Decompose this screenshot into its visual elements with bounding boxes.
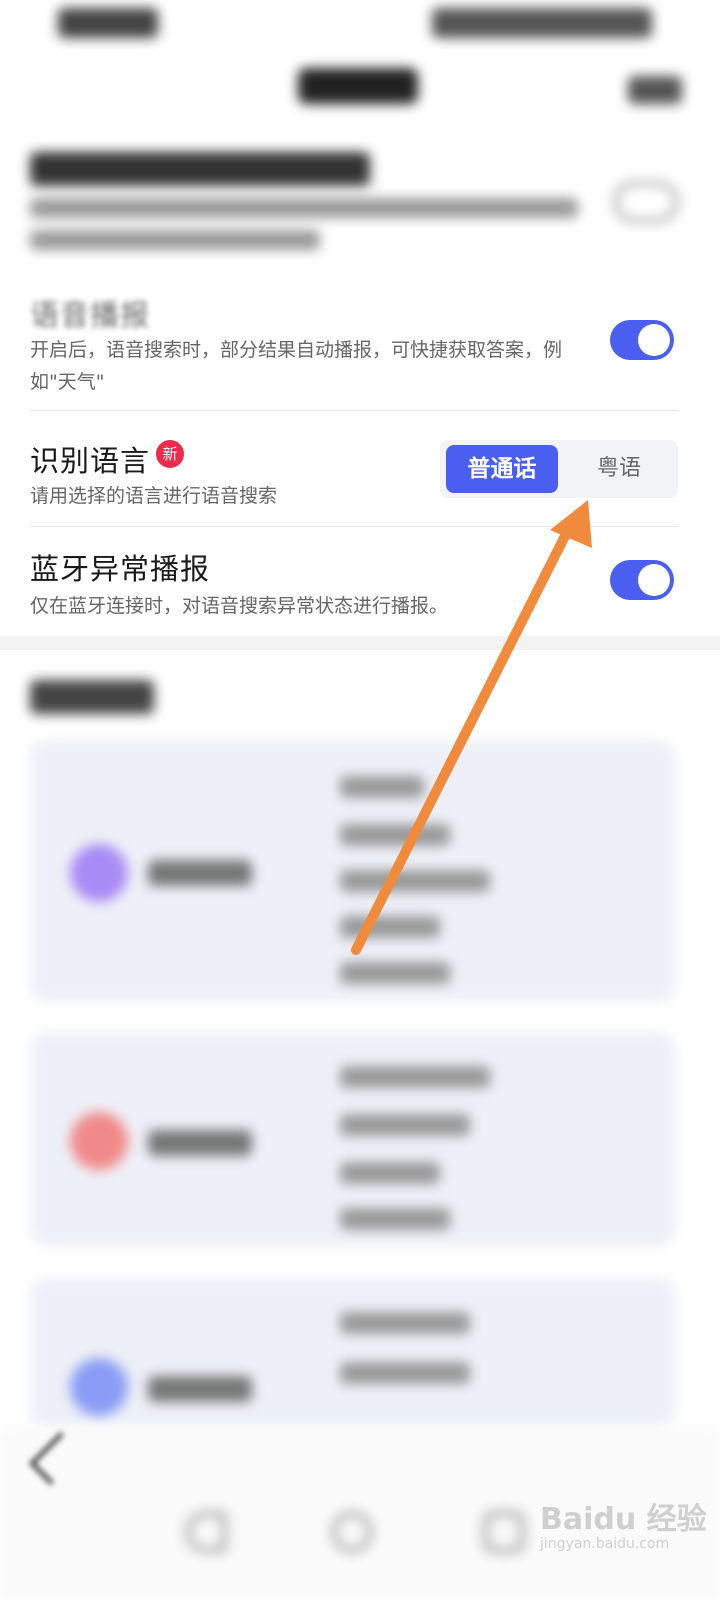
voice-broadcast-toggle[interactable] [610, 320, 674, 360]
bluetooth-broadcast-description: 仅在蓝牙连接时，对语音搜索异常状态进行播报。 [30, 595, 449, 617]
watermark-logo: Baidu 经验 [540, 1502, 707, 1537]
card-line [340, 870, 490, 892]
language-option-cantonese[interactable]: 粤语 [566, 445, 672, 493]
bluetooth-broadcast-title: 蓝牙异常播报 [30, 552, 211, 586]
card-label [148, 1376, 252, 1402]
card-line [340, 824, 450, 846]
language-option-mandarin[interactable]: 普通话 [446, 445, 558, 493]
nav-back-icon[interactable] [186, 1512, 226, 1552]
divider [30, 410, 678, 411]
voice-broadcast-description: 开启后，语音搜索时，部分结果自动播报，可快捷获取答案，例如"天气" [30, 339, 563, 393]
card-icon [70, 844, 128, 902]
card-icon [70, 1358, 128, 1416]
card-label [148, 1130, 252, 1156]
card-line [340, 1114, 470, 1136]
recognize-language-description: 请用选择的语言进行语音搜索 [30, 485, 278, 507]
section-separator [0, 636, 720, 650]
status-time [58, 8, 158, 38]
status-icons [432, 8, 652, 38]
example-card[interactable] [30, 1278, 676, 1428]
card-line [340, 1362, 470, 1384]
status-bar [0, 0, 720, 50]
bluetooth-broadcast-toggle[interactable] [610, 560, 674, 600]
card-line [340, 962, 450, 984]
card-icon [70, 1112, 128, 1170]
arrow-head [550, 500, 592, 548]
blurred-setting-title [30, 152, 370, 186]
recognize-language-title: 识别语言 [30, 444, 151, 478]
example-card[interactable] [30, 1032, 676, 1246]
card-line [340, 1066, 490, 1088]
header-action-button[interactable] [628, 76, 682, 104]
divider [30, 526, 678, 527]
new-badge: 新 [156, 440, 185, 468]
blurred-setting-description [30, 198, 578, 218]
toggle-knob [638, 324, 670, 356]
nav-home-icon[interactable] [332, 1512, 372, 1552]
card-line [340, 776, 424, 798]
page-title [298, 68, 418, 104]
voice-broadcast-title: 语音播报 [30, 298, 151, 332]
card-line [340, 916, 440, 938]
examples-section-title [30, 680, 154, 714]
nav-recents-icon[interactable] [484, 1512, 524, 1552]
recognize-language-header: 识别语言 新 [30, 438, 185, 480]
watermark-url: jingyan.baidu.com [540, 1536, 670, 1552]
card-line [340, 1208, 450, 1230]
toggle-knob [638, 564, 670, 596]
card-line [340, 1162, 440, 1184]
card-line [340, 1312, 470, 1334]
blurred-setting-toggle[interactable] [614, 182, 678, 222]
blurred-setting-description [30, 230, 320, 250]
example-card[interactable] [30, 740, 676, 1002]
language-segmented-control: 普通话 粤语 [440, 440, 678, 498]
card-label [148, 860, 252, 886]
